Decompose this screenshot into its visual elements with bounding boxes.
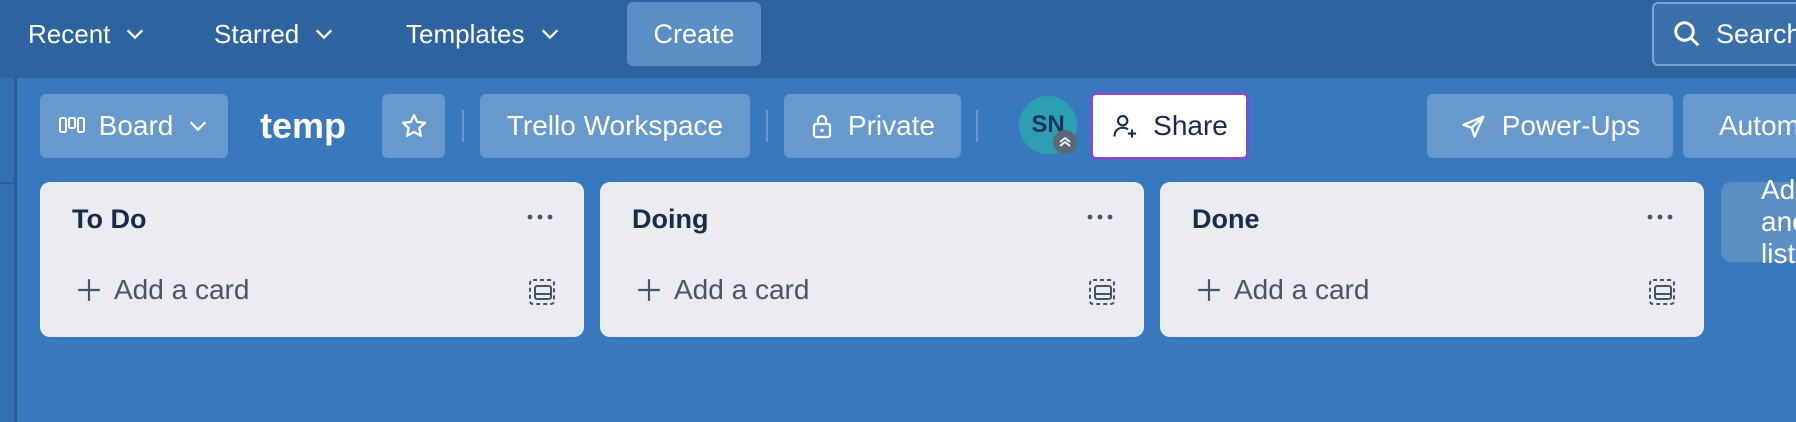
nav-recent-label: Recent [28,18,111,49]
nav-starred-label: Starred [214,18,300,49]
visibility-label: Private [847,110,936,141]
search-input[interactable]: Search [1652,2,1796,66]
add-card-button[interactable]: Add a card [76,272,249,308]
add-card-button[interactable]: Add a card [636,272,809,308]
divider [976,110,978,142]
add-card-button[interactable]: Add a card [1196,272,1369,308]
card-template-icon[interactable] [1088,278,1116,306]
list-menu-button[interactable] [1080,202,1120,232]
more-horizontal-icon [1087,214,1113,220]
chevron-down-icon [127,29,144,40]
add-person-icon [1113,115,1137,138]
board-view-switcher[interactable]: Board [40,94,228,158]
star-icon [401,113,426,137]
nav-recent-dropdown[interactable]: Recent [28,13,146,55]
card-template-icon[interactable] [528,278,556,306]
rocket-icon [1462,115,1485,138]
plus-icon [1198,279,1220,301]
share-button[interactable]: Share [1090,92,1249,160]
divider [0,182,14,184]
power-ups-button[interactable]: Power-Ups [1427,94,1673,158]
add-list-label: Add another list [1761,174,1796,269]
star-board-button[interactable] [382,94,445,158]
add-card-label: Add a card [114,274,250,305]
board-view-icon [58,117,85,133]
search-placeholder: Search [1716,18,1796,49]
board-title[interactable]: temp [260,94,346,158]
chevron-down-icon [190,121,207,132]
card-template-icon[interactable] [1648,278,1676,306]
nav-templates-dropdown[interactable]: Templates [406,13,561,55]
sidebar-collapsed[interactable] [0,78,17,422]
admin-badge-icon [1053,130,1077,154]
search-icon [1674,21,1700,47]
plus-icon [78,279,100,301]
create-button[interactable]: Create [627,2,761,66]
more-horizontal-icon [527,214,553,220]
list-title[interactable]: To Do [72,204,146,235]
list-menu-button[interactable] [1640,202,1680,232]
list-menu-button[interactable] [520,202,560,232]
visibility-button[interactable]: Private [784,94,961,158]
board-header: Board temp Trello Workspace Private SN S… [17,78,1796,180]
board-view-label: Board [98,110,174,141]
nav-templates-label: Templates [406,18,525,49]
power-ups-label: Power-Ups [1501,110,1641,141]
list-doing[interactable]: Doing Add a card [600,182,1144,337]
lock-icon [812,114,832,139]
divider [766,110,768,142]
add-card-label: Add a card [1234,274,1370,305]
divider [462,110,464,142]
add-list-button[interactable]: Add another list [1721,174,1796,269]
workspace-button[interactable]: Trello Workspace [480,94,750,158]
automation-button[interactable]: Automation [1683,94,1796,158]
list-to-do[interactable]: To Do Add a card [40,182,584,337]
automation-label: Automation [1719,110,1796,141]
plus-icon [638,279,660,301]
nav-starred-dropdown[interactable]: Starred [214,13,335,55]
share-label: Share [1153,110,1228,141]
list-title[interactable]: Doing [632,204,708,235]
list-done[interactable]: Done Add a card [1160,182,1704,337]
list-title[interactable]: Done [1192,204,1260,235]
more-horizontal-icon [1647,214,1673,220]
chevron-down-icon [316,29,333,40]
top-navigation: Recent Starred Templates Create Search [0,0,1796,78]
add-card-label: Add a card [674,274,810,305]
chevron-down-icon [541,29,558,40]
